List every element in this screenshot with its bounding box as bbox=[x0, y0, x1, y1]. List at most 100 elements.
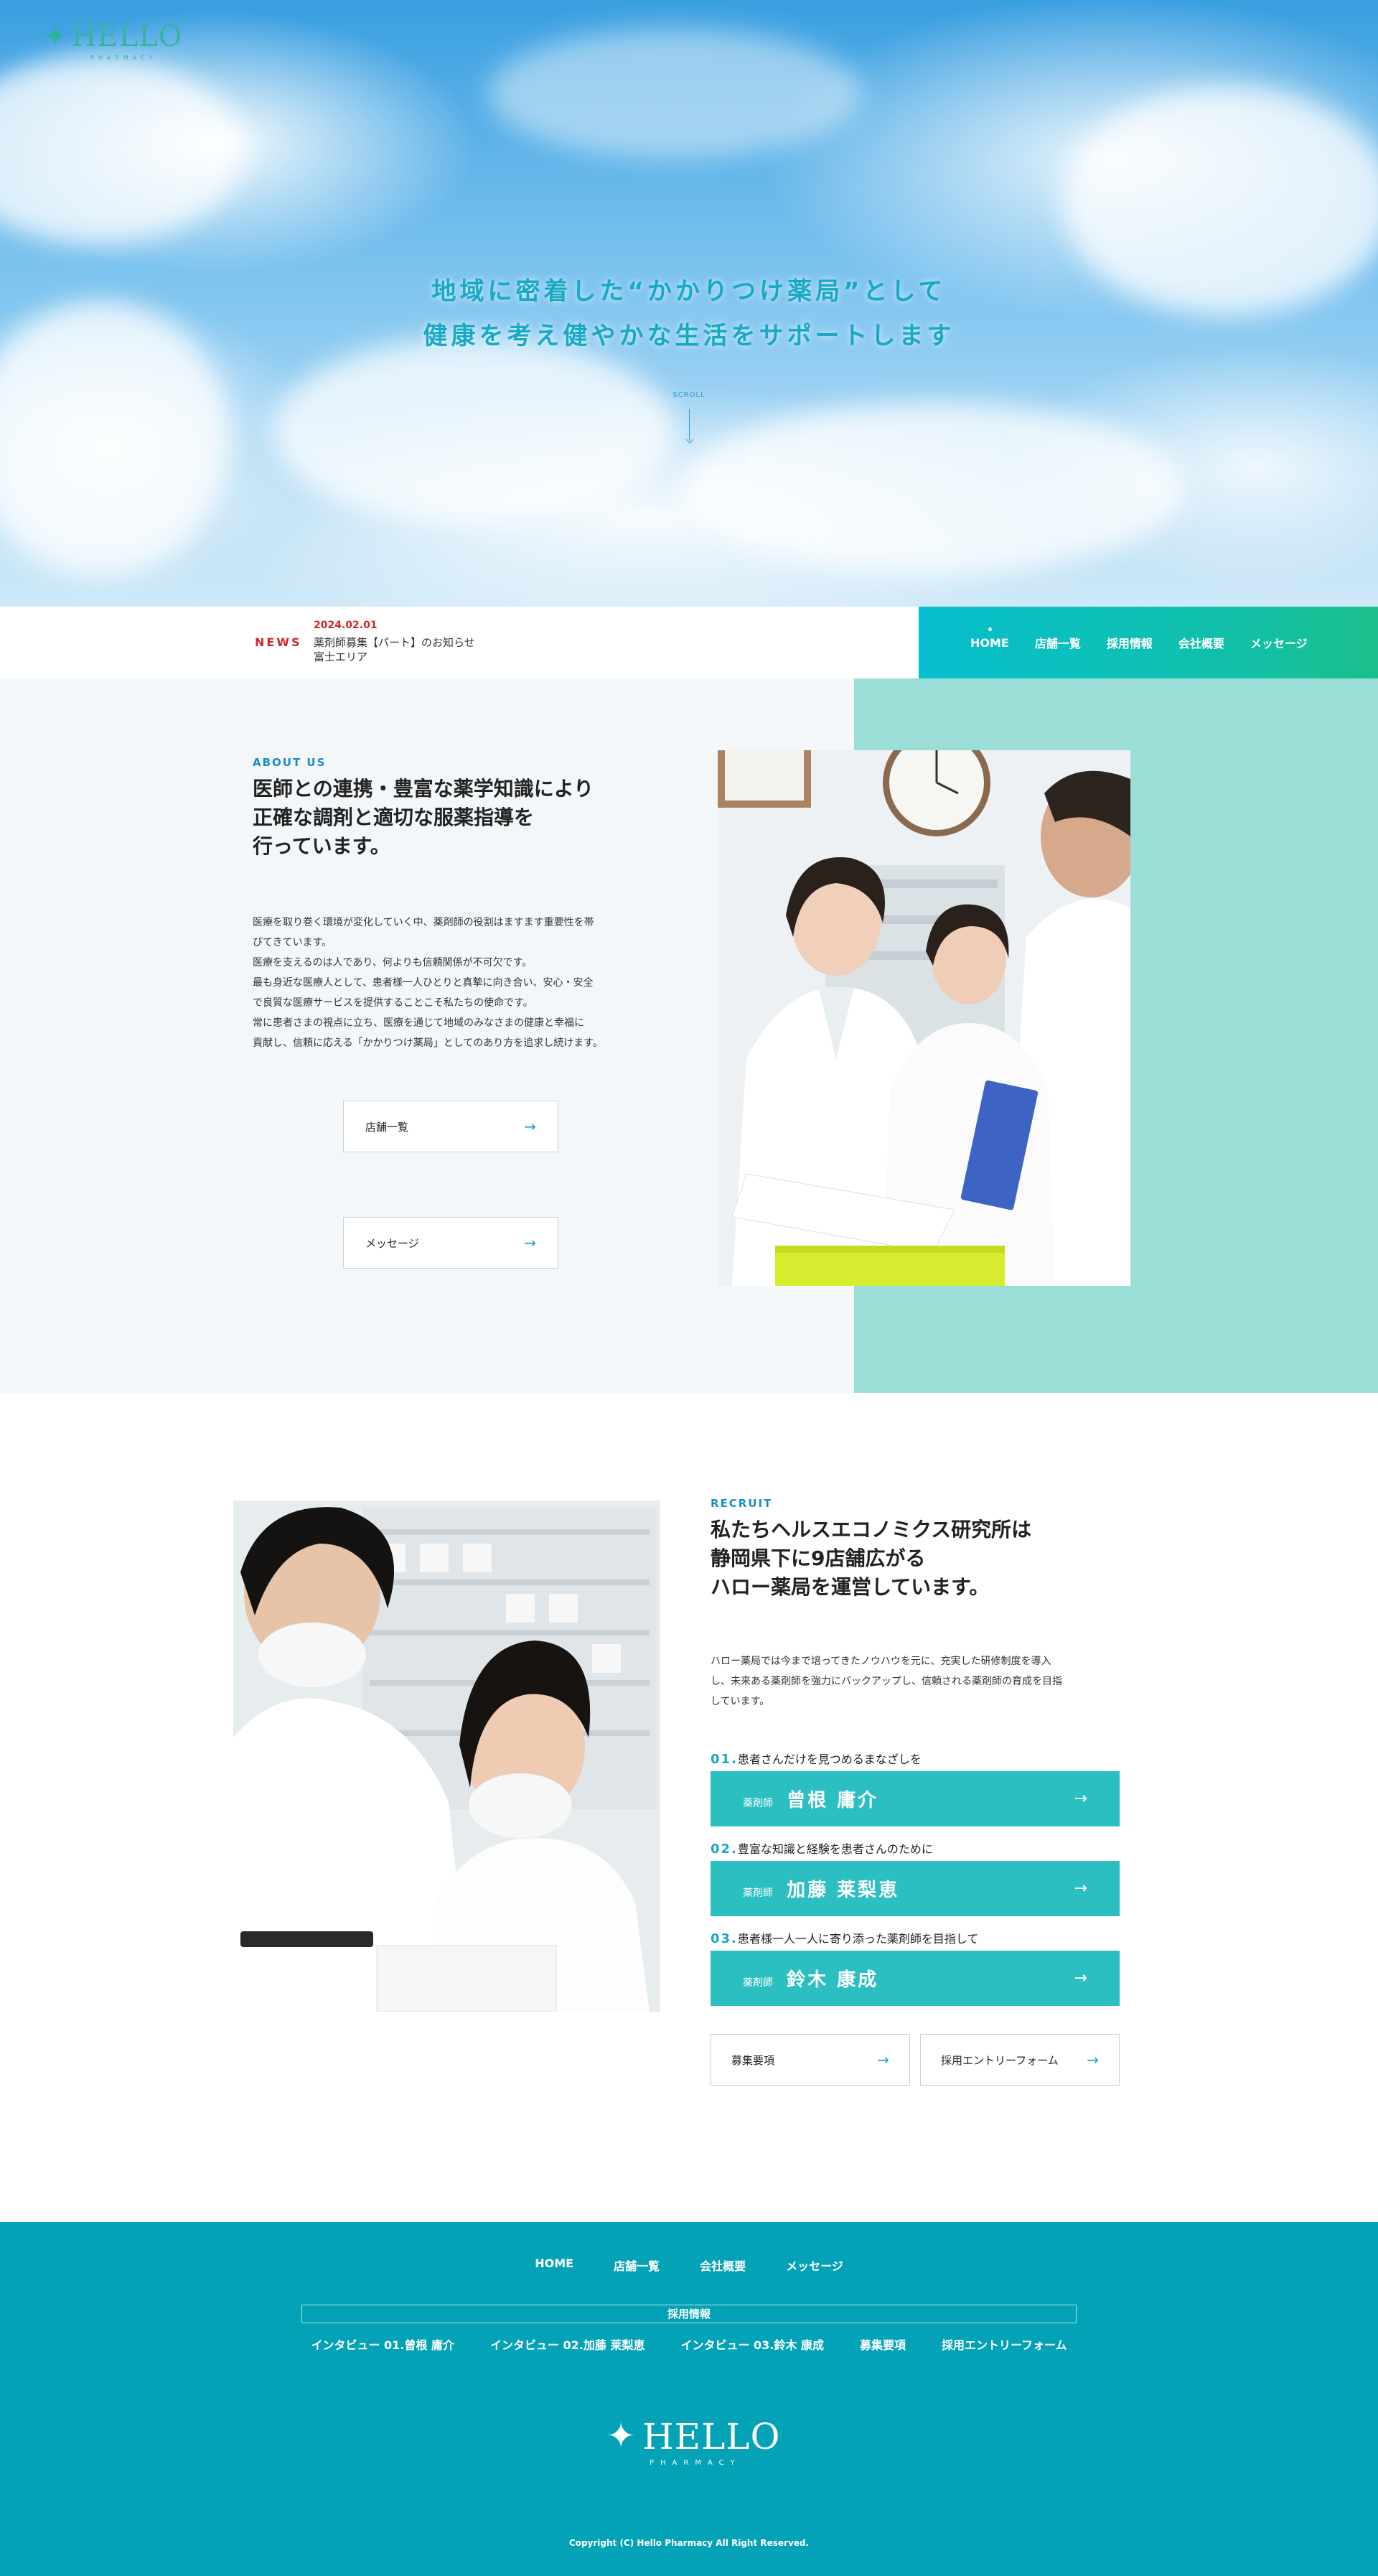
pharmacists-illustration bbox=[718, 750, 1130, 1286]
about-eyebrow: ABOUT US bbox=[253, 756, 327, 769]
nav-message[interactable]: メッセージ bbox=[1250, 634, 1308, 651]
footer-logo[interactable]: ✦ HELLO PHARMACY bbox=[606, 2416, 781, 2467]
about-body-line: 貢献し、信頼に応える「かかりつけ薬局」としてのあり方を追求し続けます。 bbox=[253, 1037, 603, 1049]
staff-name: 加藤 莱梨恵 bbox=[787, 1880, 900, 1901]
recruit-body-line: しています。 bbox=[711, 1696, 770, 1707]
staff-caption: 03.患者様一人一人に寄り添った薬剤師を目指して bbox=[711, 1929, 978, 1946]
nav-recruit[interactable]: 採用情報 bbox=[1107, 634, 1153, 651]
about-body-line: 医療を支えるのは人であり、何よりも信頼関係が不可欠です。 bbox=[253, 957, 533, 969]
staff-number: 03. bbox=[711, 1931, 738, 1946]
footer-nav-interview-3[interactable]: インタビュー 03.鈴木 康成 bbox=[680, 2335, 824, 2353]
footer-nav-main: HOME 店舗一覧 会社概要 メッセージ bbox=[0, 2257, 1378, 2274]
about-body-line: 最も身近な医療人として、患者様一人ひとりと真摯に向き合い、安心・安全 bbox=[253, 977, 594, 989]
message-button[interactable]: メッセージ → bbox=[343, 1217, 558, 1269]
footer-nav-company[interactable]: 会社概要 bbox=[700, 2257, 746, 2274]
stores-button[interactable]: 店舗一覧 → bbox=[343, 1101, 558, 1152]
interview-link-1[interactable]: 薬剤師 曾根 庸介 → bbox=[711, 1771, 1120, 1826]
global-nav: HOME 店舗一覧 採用情報 会社概要 メッセージ bbox=[919, 607, 1378, 678]
staff-role: 薬剤師 bbox=[743, 1798, 773, 1809]
news-label: NEWS bbox=[255, 635, 302, 649]
news-title-text: 薬剤師募集【パート】のお知らせ bbox=[314, 636, 475, 649]
footer-nav-message[interactable]: メッセージ bbox=[786, 2257, 843, 2274]
about-heading-line: 正確な調剤と適切な服薬指導を bbox=[253, 806, 535, 829]
nav-stores[interactable]: 店舗一覧 bbox=[1035, 634, 1081, 651]
footer-nav-stores[interactable]: 店舗一覧 bbox=[614, 2257, 660, 2274]
nav-home[interactable]: HOME bbox=[970, 627, 1009, 650]
staff-caption-text: 患者様一人一人に寄り添った薬剤師を目指して bbox=[737, 1932, 979, 1946]
footer-nav-interview-1[interactable]: インタビュー 01.曾根 庸介 bbox=[311, 2335, 454, 2353]
logo-sub: PHARMACY bbox=[90, 55, 157, 61]
recruit-illustration bbox=[233, 1501, 660, 2012]
cloud-shape bbox=[488, 29, 861, 158]
about-heading: 医師との連携・豊富な薬学知識により 正確な調剤と適切な服薬指導を 行っています。 bbox=[253, 775, 655, 861]
staff-name-group: 薬剤師 加藤 莱梨恵 bbox=[743, 1875, 899, 1902]
about-header: ABOUT US 医師との連携・豊富な薬学知識により 正確な調剤と適切な服薬指導… bbox=[253, 756, 655, 861]
about-heading-line: 行っています。 bbox=[253, 834, 390, 858]
staff-name-group: 薬剤師 曾根 庸介 bbox=[743, 1786, 878, 1812]
figure-icon: ✦ bbox=[43, 20, 67, 53]
arrow-right-icon: → bbox=[1074, 1880, 1087, 1898]
staff-name: 曾根 庸介 bbox=[787, 1790, 879, 1811]
footer-nav-requirements[interactable]: 募集要項 bbox=[860, 2335, 906, 2353]
news-date: 2024.02.01 bbox=[314, 620, 378, 631]
about-section bbox=[0, 678, 1378, 1393]
scroll-indicator[interactable]: SCROLL bbox=[671, 391, 707, 441]
recruit-heading-line: ハロー薬局を運営しています。 bbox=[711, 1575, 990, 1599]
entry-form-button[interactable]: 採用エントリーフォーム → bbox=[920, 2034, 1120, 2086]
recruit-body-line: ハロー薬局では今まで培ってきたノウハウを元に、充実した研修制度を導入 bbox=[711, 1656, 1051, 1667]
scroll-label: SCROLL bbox=[672, 391, 706, 399]
interview-link-2[interactable]: 薬剤師 加藤 莱梨恵 → bbox=[711, 1861, 1120, 1916]
figure-icon: ✦ bbox=[606, 2416, 636, 2456]
cloud-shape bbox=[273, 337, 675, 524]
hero: ✦ HELLO PHARMACY 地域に密着した“かかりつけ薬局”として 健康を… bbox=[0, 0, 1378, 607]
hero-line-1: 地域に密着した“かかりつけ薬局”として bbox=[431, 277, 947, 306]
arrow-right-icon: → bbox=[877, 2051, 889, 2068]
recruit-photo bbox=[233, 1501, 660, 2012]
stores-button-label: 店舗一覧 bbox=[365, 1120, 409, 1134]
cloud-shape bbox=[682, 402, 1184, 574]
footer-nav-entry[interactable]: 採用エントリーフォーム bbox=[942, 2335, 1067, 2353]
about-body-line: 常に患者さまの視点に立ち、医療を通じて地域のみなさまの健康と幸福に bbox=[253, 1017, 584, 1029]
footer-nav-interview-2[interactable]: インタビュー 02.加藤 莱梨恵 bbox=[490, 2335, 645, 2353]
staff-caption-text: 豊富な知識と経験を患者さんのために bbox=[737, 1842, 933, 1856]
message-button-label: メッセージ bbox=[365, 1236, 419, 1250]
news-bar: NEWS 2024.02.01 薬剤師募集【パート】のお知らせ 富士エリア bbox=[0, 607, 919, 678]
about-body-line: びてきています。 bbox=[253, 937, 332, 948]
footer-nav-recruit: インタビュー 01.曾根 庸介 インタビュー 02.加藤 莱梨恵 インタビュー … bbox=[0, 2335, 1378, 2353]
staff-caption-text: 患者さんだけを見つめるまなざしを bbox=[737, 1753, 922, 1766]
pharmacists-photo bbox=[718, 750, 1130, 1286]
recruit-body: ハロー薬局では今まで培ってきたノウハウを元に、充実した研修制度を導入 し、未来あ… bbox=[711, 1651, 1120, 1712]
arrow-right-icon: → bbox=[1074, 1790, 1087, 1808]
recruit-body-line: し、未来ある薬剤師を強力にバックアップし、信頼される薬剤師の育成を目指 bbox=[711, 1676, 1062, 1687]
copyright: Copyright (C) Hello Pharmacy All Right R… bbox=[568, 2538, 810, 2548]
news-title: 薬剤師募集【パート】のお知らせ 富士エリア bbox=[314, 635, 572, 664]
staff-caption: 02.豊富な知識と経験を患者さんのために bbox=[711, 1839, 933, 1857]
entry-form-button-label: 採用エントリーフォーム bbox=[941, 2053, 1059, 2067]
footer-logo-sub: PHARMACY bbox=[650, 2459, 741, 2467]
staff-caption: 01.患者さんだけを見つめるまなざしを bbox=[711, 1750, 922, 1767]
staff-name: 鈴木 康成 bbox=[787, 1969, 879, 1991]
arrow-right-icon: → bbox=[1087, 2051, 1099, 2068]
footer-nav-home[interactable]: HOME bbox=[535, 2257, 573, 2274]
footer-logo-text: HELLO bbox=[642, 2416, 781, 2458]
hero-copy: 地域に密着した“かかりつけ薬局”として 健康を考え健やかな生活をサポートします bbox=[0, 269, 1378, 358]
about-heading-line: 医師との連携・豊富な薬学知識により bbox=[253, 777, 594, 801]
news-area: 富士エリア bbox=[314, 650, 368, 663]
about-body: 医療を取り巻く環境が変化していく中、薬剤師の役割はますます重要性を帯 びてきてい… bbox=[253, 913, 655, 1053]
cloud-shape bbox=[0, 57, 244, 244]
staff-name-group: 薬剤師 鈴木 康成 bbox=[743, 1965, 878, 1992]
staff-role: 薬剤師 bbox=[743, 1887, 773, 1899]
arrow-right-icon: → bbox=[1074, 1969, 1087, 1987]
footer: HOME 店舗一覧 会社概要 メッセージ 採用情報 インタビュー 01.曾根 庸… bbox=[0, 2222, 1378, 2576]
nav-company[interactable]: 会社概要 bbox=[1178, 634, 1224, 651]
recruit-eyebrow: RECRUIT bbox=[711, 1497, 773, 1510]
recruit-heading-line: 静岡県下に9店舗広がる bbox=[711, 1546, 926, 1570]
hero-line-2: 健康を考え健やかな生活をサポートします bbox=[423, 322, 955, 350]
interview-link-3[interactable]: 薬剤師 鈴木 康成 → bbox=[711, 1951, 1120, 2006]
footer-recruit-group-label: 採用情報 bbox=[301, 2305, 1077, 2323]
recruit-header: RECRUIT 私たちヘルスエコノミクス研究所は 静岡県下に9店舗広がる ハロー… bbox=[711, 1497, 1120, 1602]
staff-role: 薬剤師 bbox=[743, 1977, 773, 1989]
site-logo[interactable]: ✦ HELLO PHARMACY bbox=[43, 20, 183, 61]
requirements-button[interactable]: 募集要項 → bbox=[711, 2034, 910, 2086]
recruit-heading: 私たちヘルスエコノミクス研究所は 静岡県下に9店舗広がる ハロー薬局を運営してい… bbox=[711, 1516, 1120, 1602]
